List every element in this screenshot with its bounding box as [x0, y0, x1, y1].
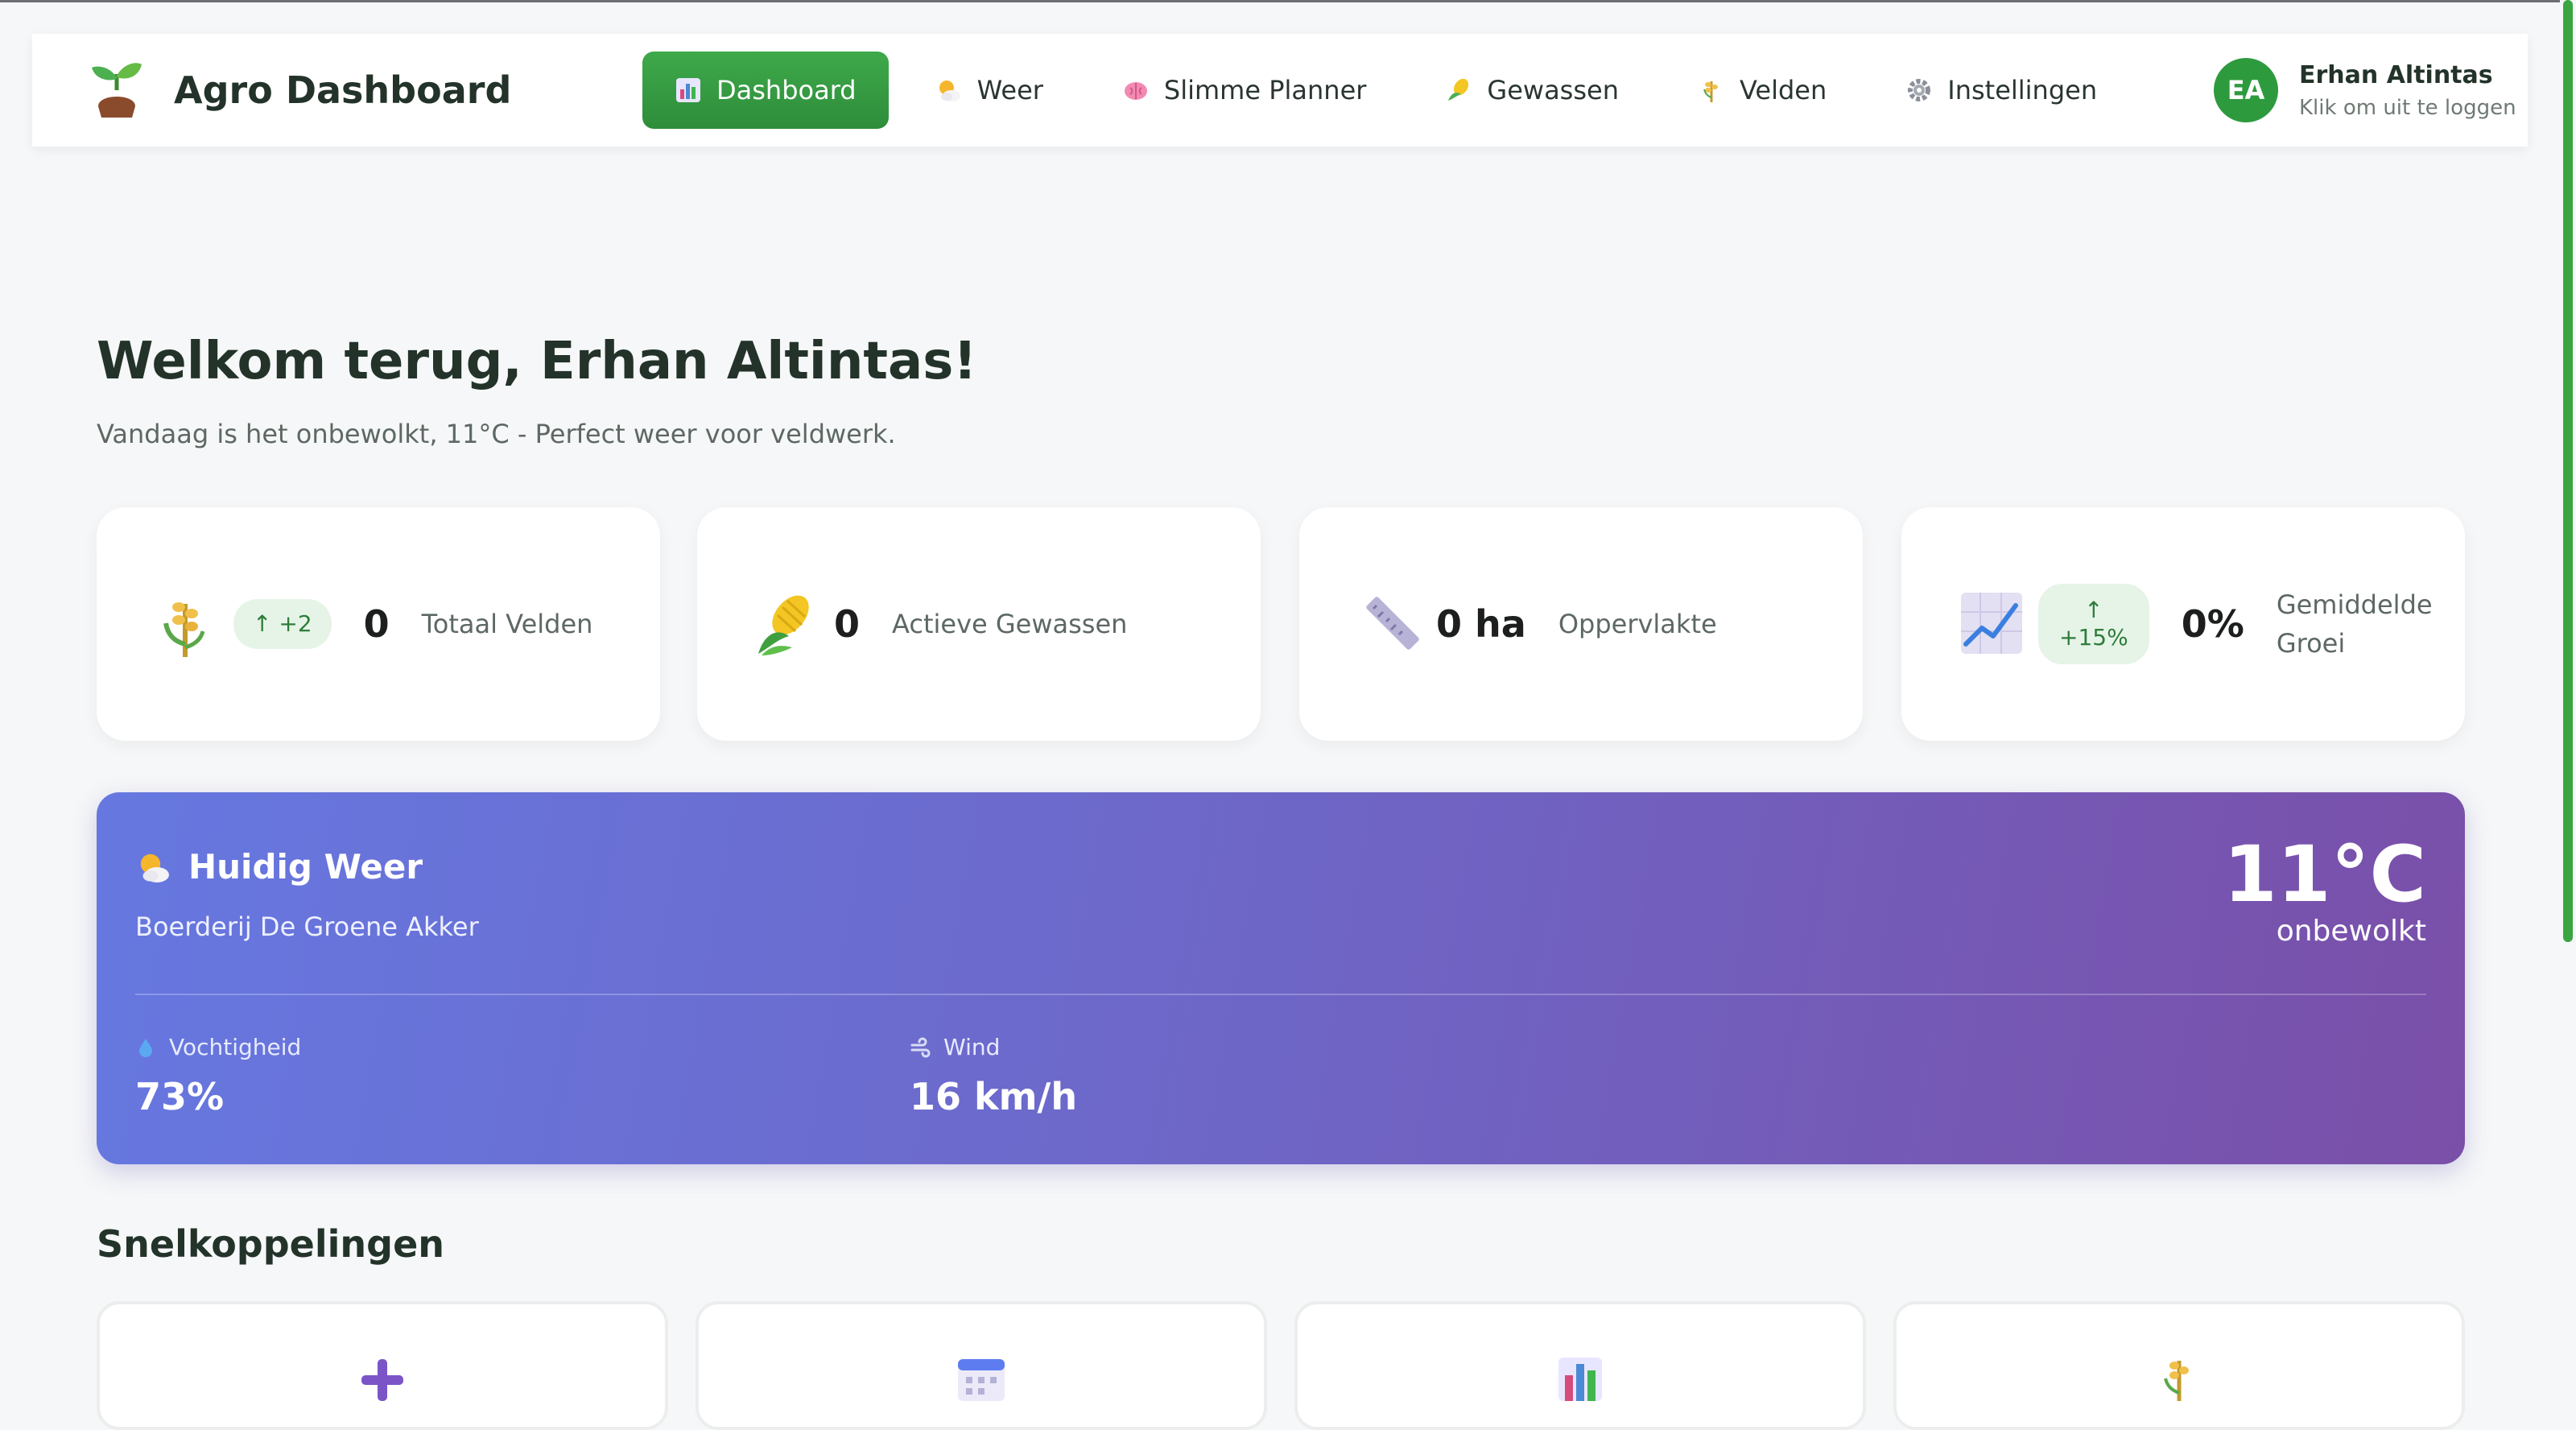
weather-title-text: Huidig Weer	[188, 847, 423, 887]
quick-link-calendar[interactable]	[696, 1301, 1267, 1430]
weather-wind: Wind 16 km/h	[910, 1034, 1077, 1118]
calendar-icon	[955, 1353, 1008, 1401]
wind-icon	[910, 1037, 931, 1058]
trend-up-arrow: ↑	[2084, 597, 2103, 624]
droplet-icon	[135, 1037, 156, 1058]
weather-divider	[135, 994, 2426, 995]
quick-links-title: Snelkoppelingen	[97, 1222, 445, 1266]
user-name: Erhan Altintas	[2299, 60, 2493, 89]
brain-icon	[1122, 76, 1150, 104]
stat-label: Totaal Velden	[421, 609, 593, 639]
page-title: Welkom terug, Erhan Altintas!	[97, 332, 977, 391]
humidity-label: Vochtigheid	[169, 1034, 302, 1060]
scrollbar-thumb[interactable]	[2563, 0, 2573, 942]
sun-cloud-icon	[135, 849, 172, 886]
gear-icon	[1905, 76, 1933, 104]
quick-link-add[interactable]	[97, 1301, 668, 1430]
stat-value: 0	[834, 602, 861, 646]
stat-card-gewassen: 0 Actieve Gewassen	[697, 507, 1261, 741]
plus-icon	[356, 1353, 409, 1401]
stat-value: 0 ha	[1436, 602, 1526, 646]
nav-gewassen[interactable]: Gewassen	[1413, 52, 1651, 129]
user-info[interactable]: Erhan Altintas Klik om uit te loggen	[2299, 61, 2516, 120]
weather-temperature: 11°C	[2223, 829, 2426, 920]
ruler-icon	[1356, 588, 1420, 660]
stat-value: 0	[363, 602, 390, 646]
nav-instellingen[interactable]: Instellingen	[1873, 52, 2129, 129]
stat-label-line2: Groei	[2276, 628, 2346, 659]
wheat-icon	[1698, 76, 1725, 104]
corn-icon	[753, 588, 818, 660]
stat-badge-text: +15%	[2059, 624, 2128, 651]
bar-chart-icon	[1554, 1353, 1607, 1401]
nav-dashboard-label: Dashboard	[716, 75, 857, 105]
bar-chart-icon	[675, 76, 702, 104]
app-title: Agro Dashboard	[174, 68, 512, 112]
stat-card-oppervlakte: 0 ha Oppervlakte	[1299, 507, 1863, 741]
corn-icon	[1445, 76, 1472, 104]
weather-card[interactable]: Huidig Weer Boerderij De Groene Akker 11…	[97, 792, 2465, 1164]
sun-cloud-icon	[935, 76, 963, 104]
nav-slimme-planner-label: Slimme Planner	[1163, 75, 1367, 105]
nav-dashboard[interactable]: Dashboard	[642, 52, 889, 129]
avatar[interactable]: EA	[2214, 58, 2278, 122]
stat-card-velden: ↑ +2 0 Totaal Velden	[97, 507, 660, 741]
nav-weer-label: Weer	[976, 75, 1043, 105]
wind-label: Wind	[943, 1034, 1001, 1060]
nav-gewassen-label: Gewassen	[1487, 75, 1619, 105]
nav-velden-label: Velden	[1739, 75, 1827, 105]
nav-velden[interactable]: Velden	[1666, 52, 1859, 129]
wind-value: 16 km/h	[910, 1075, 1078, 1118]
weather-location: Boerderij De Groene Akker	[135, 911, 479, 942]
stat-card-groei: ↑ +15% 0% Gemiddelde Groei	[1901, 507, 2465, 741]
weather-title: Huidig Weer	[135, 847, 423, 887]
quick-link-stats[interactable]	[1294, 1301, 1866, 1430]
wheat-icon	[153, 588, 217, 660]
stat-badge: ↑ +2	[233, 599, 332, 649]
stat-label: Actieve Gewassen	[892, 609, 1128, 639]
humidity-value: 73%	[135, 1075, 225, 1118]
nav-instellingen-label: Instellingen	[1947, 75, 2098, 105]
top-navigation-bar: Agro Dashboard Dashboard Weer Slimme Pla…	[32, 34, 2528, 147]
trend-chart-icon	[1958, 588, 2022, 660]
seedling-icon	[89, 58, 145, 122]
scrollbar[interactable]	[2560, 0, 2576, 1391]
logout-hint[interactable]: Klik om uit te loggen	[2299, 96, 2516, 120]
page-subtitle: Vandaag is het onbewolkt, 11°C - Perfect…	[97, 419, 896, 449]
stat-badge: ↑ +15%	[2038, 584, 2149, 664]
wheat-icon	[2153, 1353, 2206, 1401]
stat-value: 0%	[2181, 602, 2244, 646]
user-menu[interactable]: EA Erhan Altintas Klik om uit te loggen	[2214, 34, 2516, 147]
stat-label-line1: Gemiddelde	[2276, 589, 2433, 620]
nav-slimme-planner[interactable]: Slimme Planner	[1090, 52, 1399, 129]
window-top-border	[0, 0, 2576, 2]
main-nav: Dashboard Weer Slimme Planner Gewassen V…	[642, 52, 2144, 129]
brand[interactable]: Agro Dashboard	[89, 34, 511, 147]
weather-condition: onbewolkt	[2276, 915, 2426, 948]
weather-humidity: Vochtigheid 73%	[135, 1034, 301, 1118]
nav-weer[interactable]: Weer	[903, 52, 1075, 129]
stat-label: Gemiddelde Groei	[2277, 585, 2433, 663]
stat-label: Oppervlakte	[1558, 609, 1717, 639]
quick-link-fields[interactable]	[1893, 1301, 2465, 1430]
